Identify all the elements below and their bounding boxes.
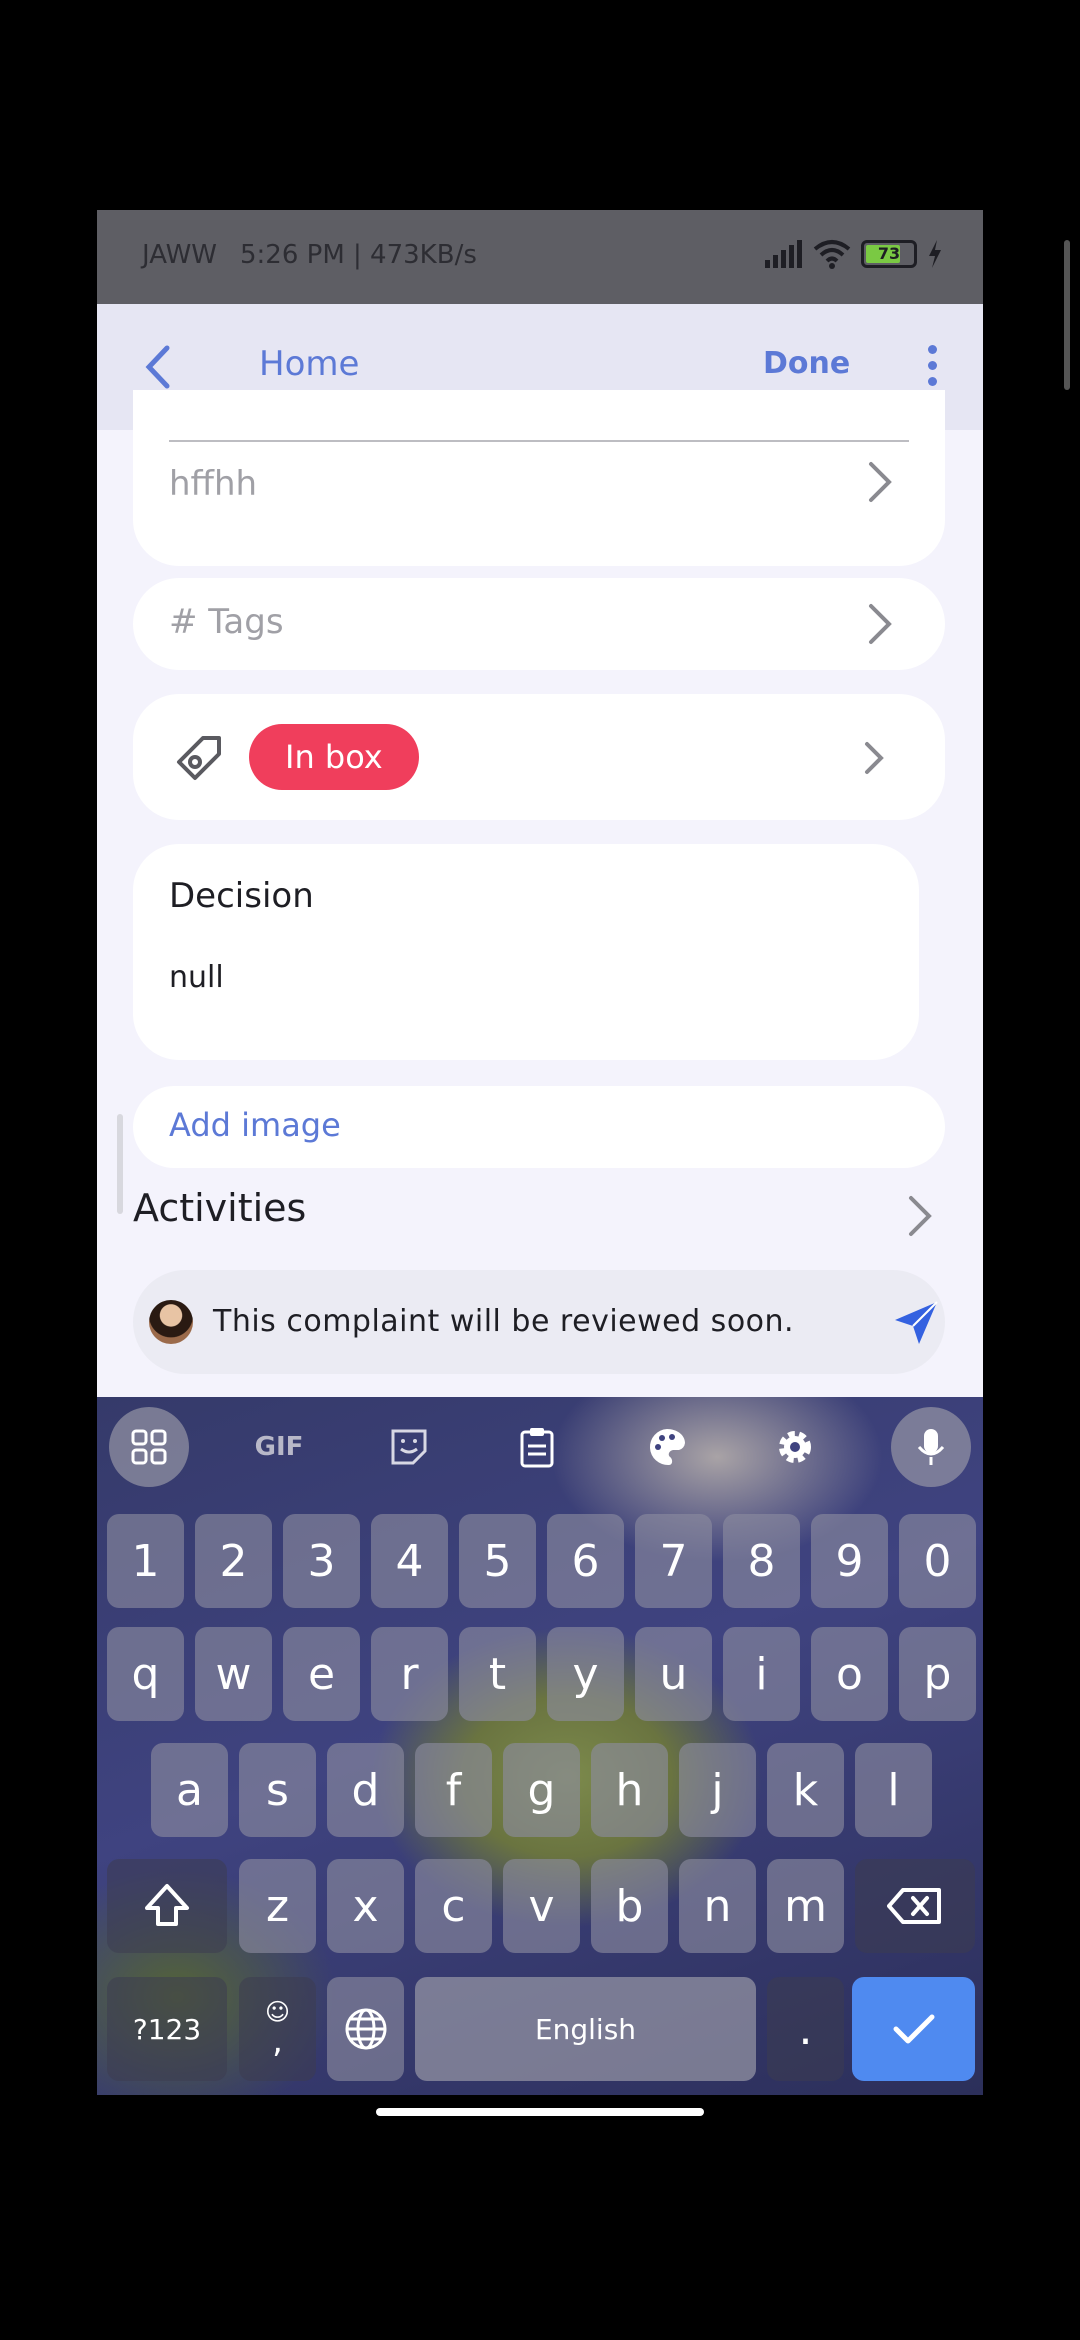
key-b[interactable]: b: [591, 1859, 668, 1953]
key-7[interactable]: 7: [635, 1514, 712, 1608]
key-o[interactable]: o: [811, 1627, 888, 1721]
activities-chevron-icon[interactable]: [905, 1194, 935, 1238]
enter-key[interactable]: [852, 1977, 975, 2081]
chevron-right-icon: [865, 742, 884, 774]
description-row[interactable]: hffhh: [133, 390, 945, 566]
sticker-icon[interactable]: [369, 1407, 449, 1487]
comma-key[interactable]: ☺ ,: [239, 1977, 316, 2081]
comma-label: ,: [272, 2021, 283, 2061]
key-j[interactable]: j: [679, 1743, 756, 1837]
key-z[interactable]: z: [239, 1859, 316, 1953]
scroll-indicator: [117, 1114, 123, 1214]
key-v[interactable]: v: [503, 1859, 580, 1953]
check-icon: [893, 2014, 934, 2044]
tags-row[interactable]: # Tags: [133, 578, 945, 670]
comment-text[interactable]: This complaint will be reviewed soon.: [213, 1304, 794, 1339]
key-w[interactable]: w: [195, 1627, 272, 1721]
key-n[interactable]: n: [679, 1859, 756, 1953]
wifi-icon: [813, 240, 851, 269]
chevron-right-icon: [869, 462, 892, 502]
space-key[interactable]: English: [415, 1977, 756, 2081]
key-d[interactable]: d: [327, 1743, 404, 1837]
home-indicator[interactable]: [376, 2108, 704, 2116]
key-0[interactable]: 0: [899, 1514, 976, 1608]
palette-icon[interactable]: [627, 1407, 707, 1487]
key-m[interactable]: m: [767, 1859, 844, 1953]
mic-icon[interactable]: [891, 1407, 971, 1487]
key-5[interactable]: 5: [459, 1514, 536, 1608]
page-title: Home: [259, 344, 360, 384]
battery-level: 73: [877, 244, 901, 263]
status-bar: JAWW 5:26 PM | 473KB/s 73: [97, 210, 983, 304]
key-e[interactable]: e: [283, 1627, 360, 1721]
chevron-right-icon: [869, 604, 892, 644]
comment-input[interactable]: This complaint will be reviewed soon.: [133, 1270, 945, 1374]
symbols-key[interactable]: ?123: [107, 1977, 227, 2081]
key-p[interactable]: p: [899, 1627, 976, 1721]
activities-title: Activities: [133, 1186, 307, 1230]
key-4[interactable]: 4: [371, 1514, 448, 1608]
status-time: 5:26 PM | 473KB/s: [240, 240, 477, 270]
settings-icon[interactable]: [755, 1407, 835, 1487]
key-i[interactable]: i: [723, 1627, 800, 1721]
key-8[interactable]: 8: [723, 1514, 800, 1608]
divider: [169, 440, 909, 442]
decision-title: Decision: [169, 876, 314, 916]
status-row[interactable]: In box: [133, 694, 945, 820]
key-a[interactable]: a: [151, 1743, 228, 1837]
key-h[interactable]: h: [591, 1743, 668, 1837]
keyboard-toolbar: GIF: [97, 1397, 983, 1497]
apps-icon[interactable]: [109, 1407, 189, 1487]
key-g[interactable]: g: [503, 1743, 580, 1837]
signal-icon: [765, 240, 802, 268]
add-image-label: Add image: [169, 1106, 341, 1144]
charging-icon: [929, 240, 941, 268]
add-image-button[interactable]: Add image: [133, 1086, 945, 1168]
key-f[interactable]: f: [415, 1743, 492, 1837]
key-1[interactable]: 1: [107, 1514, 184, 1608]
app-window: JAWW 5:26 PM | 473KB/s 73 Home Done hffh…: [97, 210, 983, 2095]
done-button[interactable]: Done: [763, 346, 850, 381]
shift-icon: [145, 1884, 189, 1926]
page-scrollbar[interactable]: [1064, 240, 1070, 390]
system-icons: 73: [763, 234, 943, 274]
avatar: [149, 1300, 193, 1344]
key-q[interactable]: q: [107, 1627, 184, 1721]
key-k[interactable]: k: [767, 1743, 844, 1837]
shift-key[interactable]: [107, 1859, 227, 1953]
status-badge[interactable]: In box: [249, 724, 419, 790]
clipboard-icon[interactable]: [497, 1407, 577, 1487]
key-u[interactable]: u: [635, 1627, 712, 1721]
key-x[interactable]: x: [327, 1859, 404, 1953]
description-value: hffhh: [169, 464, 258, 504]
key-3[interactable]: 3: [283, 1514, 360, 1608]
battery-icon: 73: [861, 240, 917, 268]
more-vertical-icon: [917, 345, 947, 386]
soft-keyboard: GIF 1 2 3 4 5 6 7 8 9 0 q w e r t y u i …: [97, 1397, 983, 2095]
key-9[interactable]: 9: [811, 1514, 888, 1608]
key-t[interactable]: t: [459, 1627, 536, 1721]
send-icon[interactable]: [893, 1300, 939, 1346]
backspace-key[interactable]: [855, 1859, 975, 1953]
period-key[interactable]: .: [767, 1977, 844, 2081]
decision-value: null: [169, 960, 224, 995]
back-button[interactable]: [135, 342, 185, 392]
key-l[interactable]: l: [855, 1743, 932, 1837]
tag-icon: [177, 736, 221, 780]
key-c[interactable]: c: [415, 1859, 492, 1953]
key-y[interactable]: y: [547, 1627, 624, 1721]
globe-icon: [345, 2008, 386, 2050]
chevron-left-icon: [145, 345, 170, 389]
key-6[interactable]: 6: [547, 1514, 624, 1608]
language-key[interactable]: [327, 1977, 404, 2081]
more-options-button[interactable]: [917, 340, 947, 394]
tags-placeholder: # Tags: [169, 602, 284, 642]
key-r[interactable]: r: [371, 1627, 448, 1721]
key-2[interactable]: 2: [195, 1514, 272, 1608]
decision-card: Decision null: [133, 844, 919, 1060]
backspace-icon: [887, 1888, 941, 1924]
key-s[interactable]: s: [239, 1743, 316, 1837]
gif-icon[interactable]: GIF: [239, 1407, 319, 1487]
carrier-label: JAWW: [142, 240, 217, 270]
